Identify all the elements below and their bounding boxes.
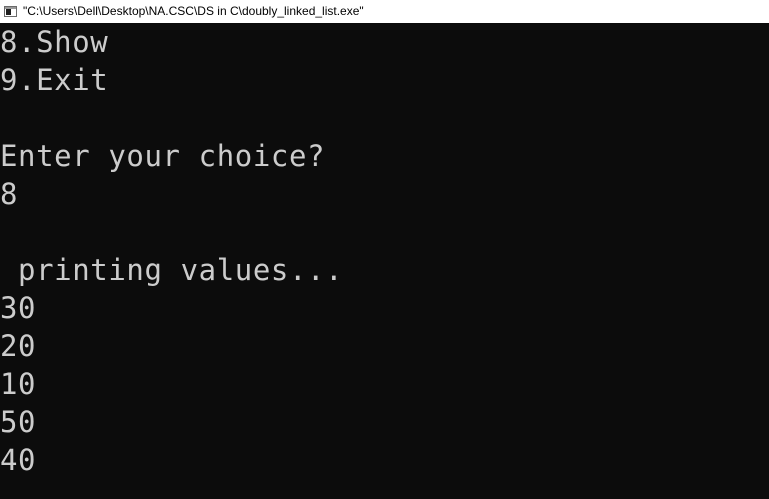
console-line-value: 50 — [0, 405, 37, 439]
console-line-status: printing values... — [0, 253, 344, 287]
console-app-icon[interactable] — [4, 6, 17, 17]
console-line-value: 40 — [0, 443, 37, 477]
console-line-menu-show: 8.Show — [0, 25, 109, 59]
console-line-value: 30 — [0, 291, 37, 325]
console-line-value: 10 — [0, 367, 37, 401]
console-window: "C:\Users\Dell\Desktop\NA.CSC\DS in C\do… — [0, 0, 769, 499]
console-line-prompt: Enter your choice? — [0, 139, 326, 173]
console-line-menu-exit: 9.Exit — [0, 63, 109, 97]
console-line-input: 8 — [0, 177, 19, 211]
window-title: "C:\Users\Dell\Desktop\NA.CSC\DS in C\do… — [23, 4, 364, 18]
console-line-value: 20 — [0, 329, 37, 363]
console-output[interactable]: 8.Show 9.Exit Enter your choice? 8 print… — [0, 23, 769, 499]
title-bar[interactable]: "C:\Users\Dell\Desktop\NA.CSC\DS in C\do… — [0, 0, 769, 23]
